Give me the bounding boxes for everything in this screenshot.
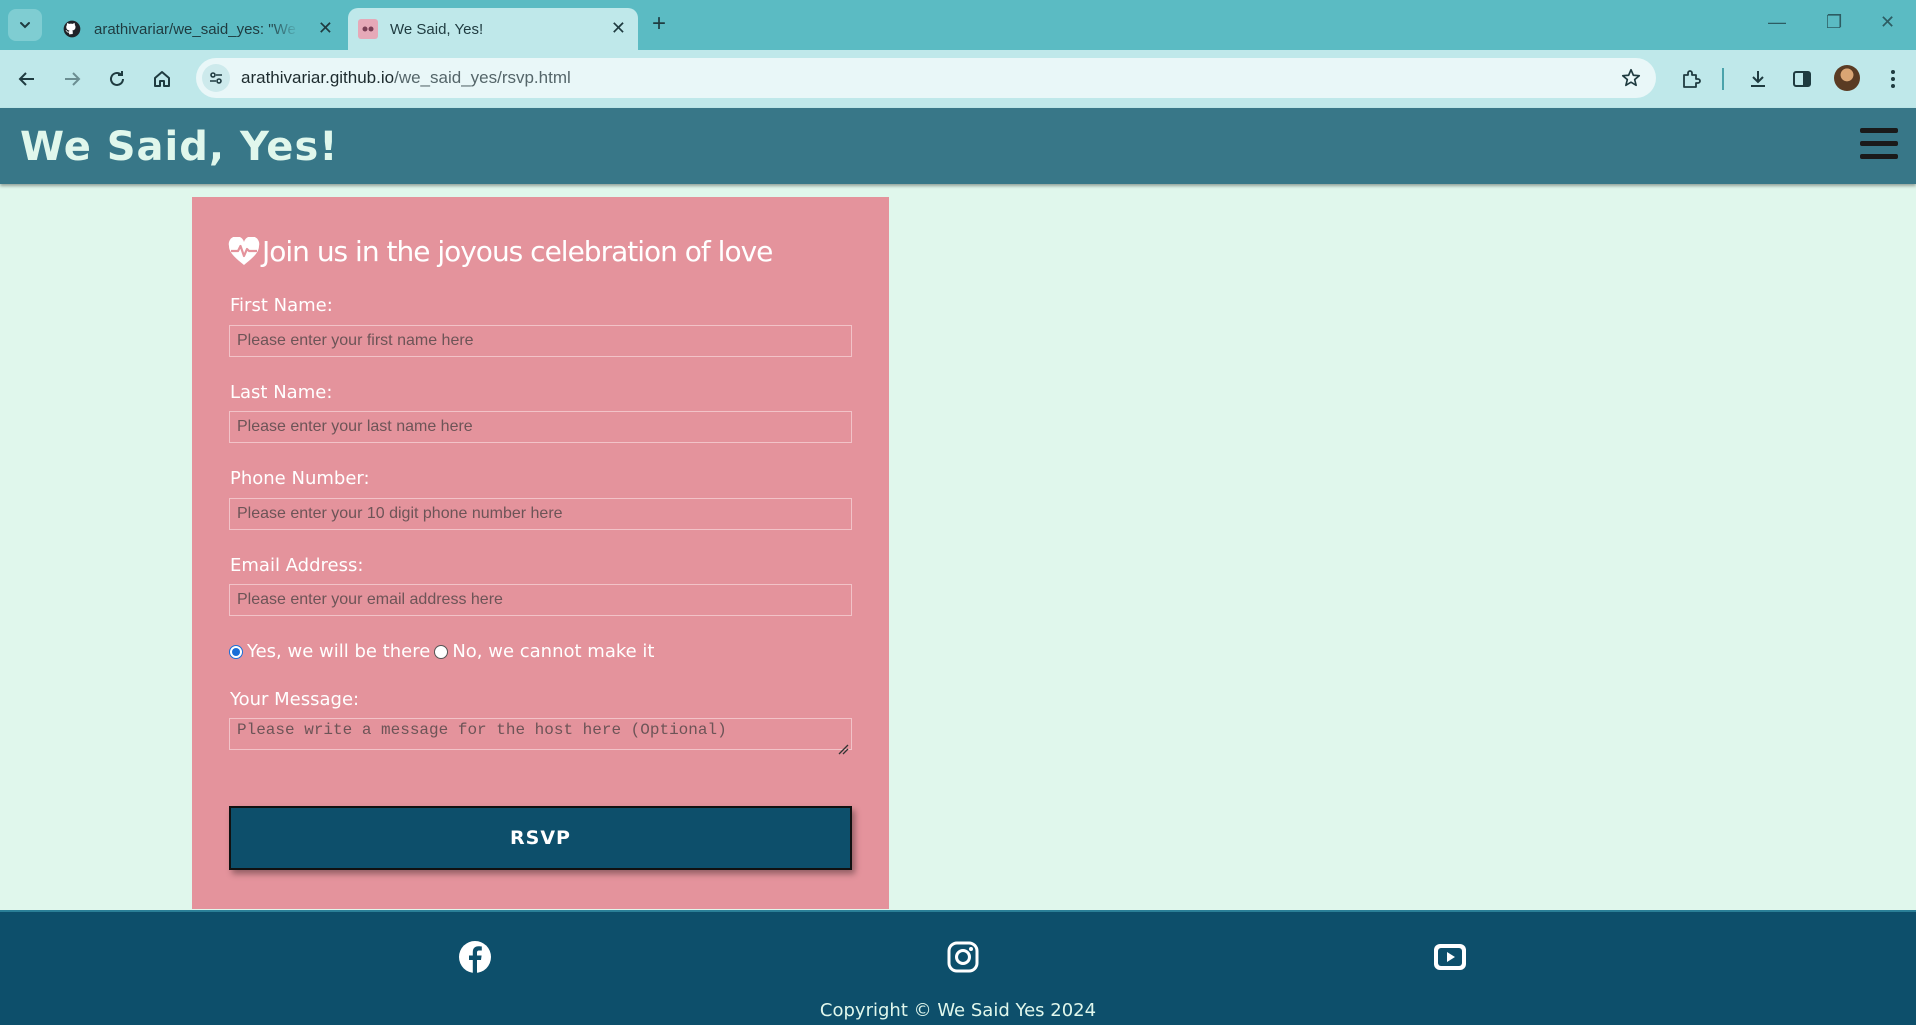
new-tab-icon[interactable]: + [652, 12, 666, 36]
close-tab-icon[interactable]: ✕ [611, 19, 626, 37]
profile-avatar[interactable] [1834, 65, 1860, 91]
site-header: We Said, Yes! [0, 108, 1916, 184]
youtube-icon[interactable] [1433, 940, 1467, 974]
site-title[interactable]: We Said, Yes! [20, 124, 339, 170]
attend-no-radio[interactable] [434, 644, 449, 659]
close-tab-icon[interactable]: ✕ [318, 19, 333, 37]
url-host: arathivariar.github.io [241, 68, 395, 87]
tab-we-said-yes[interactable]: We Said, Yes! ✕ [348, 8, 638, 50]
copyright-text: Copyright © We Said Yes 2024 [819, 1000, 1097, 1021]
back-icon[interactable] [14, 66, 40, 92]
site-favicon [358, 19, 378, 39]
rsvp-submit-button[interactable]: RSVP [229, 806, 852, 870]
form-heading-text: Join us in the joyous celebration of lov… [262, 235, 773, 268]
resize-grip-icon[interactable] [837, 743, 849, 755]
attend-yes-radio[interactable] [229, 644, 243, 659]
site-info-icon[interactable] [202, 64, 230, 92]
phone-number-input[interactable] [229, 498, 852, 530]
first-name-input[interactable] [229, 325, 852, 357]
first-name-label: First Name: [230, 295, 333, 316]
tab-title: arathivariar/we_said_yes: "We Said, Yes!… [94, 20, 299, 38]
url-path: /we_said_yes/rsvp.html [394, 68, 571, 87]
rsvp-form-card: Join us in the joyous celebration of lov… [192, 197, 889, 909]
bookmark-star-icon[interactable] [1620, 67, 1642, 94]
form-heading: Join us in the joyous celebration of lov… [228, 235, 773, 268]
hamburger-menu-icon[interactable] [1860, 128, 1898, 162]
heart-pulse-icon [228, 236, 260, 265]
close-window-icon[interactable]: ✕ [1880, 12, 1895, 33]
last-name-input[interactable] [229, 411, 852, 443]
minimize-icon[interactable]: — [1768, 12, 1786, 33]
more-menu-icon[interactable] [1880, 66, 1906, 92]
toolbar-separator [1722, 68, 1724, 90]
restore-icon[interactable]: ❐ [1826, 12, 1842, 33]
address-bar[interactable]: arathivariar.github.io/we_said_yes/rsvp.… [196, 58, 1656, 98]
last-name-label: Last Name: [230, 382, 333, 403]
tab-github[interactable]: arathivariar/we_said_yes: "We Said, Yes!… [50, 8, 345, 50]
browser-toolbar: arathivariar.github.io/we_said_yes/rsvp.… [0, 50, 1916, 108]
facebook-icon[interactable] [458, 940, 492, 974]
browser-tab-strip: arathivariar/we_said_yes: "We Said, Yes!… [0, 0, 1916, 50]
attend-no-label[interactable]: No, we cannot make it [452, 641, 654, 662]
forward-icon[interactable] [59, 66, 85, 92]
instagram-icon[interactable] [946, 940, 980, 974]
attend-yes-label[interactable]: Yes, we will be there [247, 641, 430, 662]
github-icon [63, 20, 81, 38]
tab-title: We Said, Yes! [390, 20, 484, 38]
side-panel-icon[interactable] [1789, 66, 1815, 92]
message-textarea[interactable] [229, 718, 852, 750]
chevron-down-icon [20, 22, 30, 29]
site-footer: Copyright © We Said Yes 2024 [0, 910, 1916, 1025]
download-icon[interactable] [1745, 66, 1771, 92]
extensions-icon[interactable] [1678, 66, 1704, 92]
home-icon[interactable] [149, 66, 175, 92]
tab-search-button[interactable] [8, 9, 42, 41]
reload-icon[interactable] [104, 66, 130, 92]
attendance-radio-group: Yes, we will be there No, we cannot make… [229, 641, 655, 662]
email-address-label: Email Address: [230, 555, 364, 576]
phone-number-label: Phone Number: [230, 468, 370, 489]
email-address-input[interactable] [229, 584, 852, 616]
message-label: Your Message: [230, 689, 360, 710]
url-text: arathivariar.github.io/we_said_yes/rsvp.… [241, 68, 571, 88]
